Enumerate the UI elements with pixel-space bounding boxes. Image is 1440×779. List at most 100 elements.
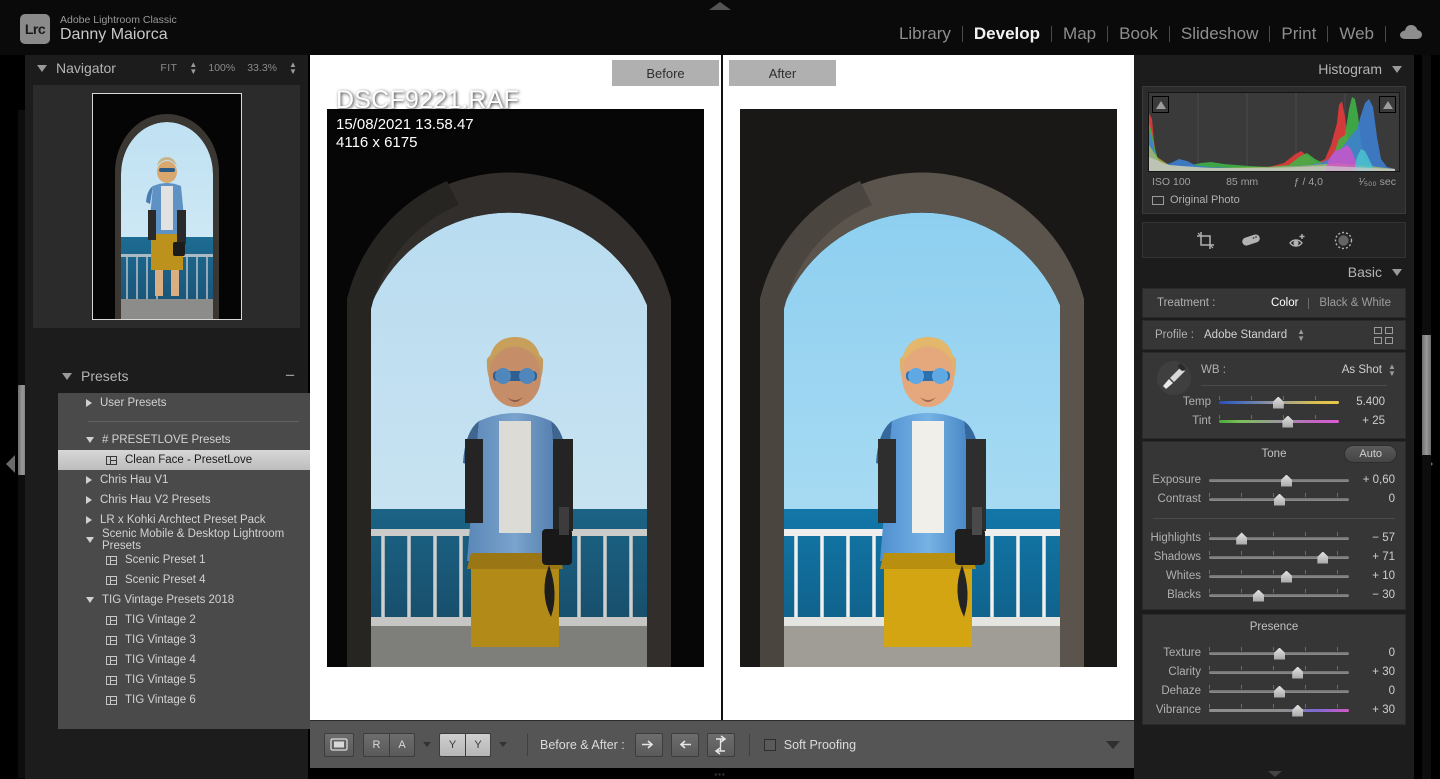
preset-item-tig-vintage-6[interactable]: TIG Vintage 6 (58, 690, 325, 710)
reference-active-view-group[interactable]: R A (363, 732, 415, 757)
active-view-button[interactable]: A (389, 732, 415, 757)
top-panel-collapse-toggle[interactable] (706, 1, 734, 11)
after-pane[interactable]: After (723, 55, 1134, 720)
preset-group-user-presets[interactable]: User Presets (58, 393, 325, 413)
slider-exposure[interactable]: Exposure + 0,60 (1143, 470, 1405, 489)
slider-track[interactable] (1209, 665, 1349, 679)
slider-track[interactable] (1209, 569, 1349, 583)
after-photo[interactable] (740, 108, 1117, 667)
before-after-view-group[interactable]: Y Y (439, 732, 491, 757)
slider-track[interactable] (1209, 473, 1349, 487)
slider-shadows[interactable]: Shadows + 71 (1143, 547, 1405, 566)
preset-group-chris-hau-v2[interactable]: Chris Hau V2 Presets (58, 490, 325, 510)
slider-dehaze[interactable]: Dehaze 0 (1143, 681, 1405, 700)
slider-clarity[interactable]: Clarity + 30 (1143, 662, 1405, 681)
slider-track[interactable] (1209, 550, 1349, 564)
profile-stepper-icon[interactable]: ▲ ▼ (1297, 328, 1305, 343)
preset-item-tig-vintage-4[interactable]: TIG Vintage 4 (58, 650, 325, 670)
basic-panel-header[interactable]: Basic (1134, 258, 1414, 286)
wb-value[interactable]: As Shot (1342, 364, 1382, 376)
module-library[interactable]: Library (888, 23, 962, 45)
slider-contrast[interactable]: Contrast 0 (1143, 489, 1405, 508)
before-pane[interactable]: Before DSCF9221.RAF 15/08/2021 13.58.47 … (310, 55, 723, 720)
slider-value[interactable]: + 71 (1349, 551, 1405, 563)
slider-texture[interactable]: Texture 0 (1143, 643, 1405, 662)
before-view-button[interactable]: Y (439, 732, 465, 757)
slider-value[interactable]: 0 (1349, 493, 1405, 505)
navigator-zoom-100[interactable]: 100% (208, 62, 235, 74)
zoom-stepper-icon[interactable]: ▲ ▼ (289, 61, 297, 76)
shadow-clipping-toggle[interactable] (1152, 96, 1169, 113)
remove-preset-button[interactable]: − (285, 367, 295, 384)
slider-value[interactable]: + 25 (1339, 415, 1395, 427)
wb-stepper-icon[interactable]: ▲ ▼ (1388, 363, 1396, 378)
navigator-fit-label[interactable]: FIT (160, 62, 177, 74)
chevron-down-icon[interactable] (1392, 65, 1402, 73)
chevron-down-icon[interactable] (423, 742, 431, 747)
slider-track[interactable] (1209, 531, 1349, 545)
presets-header[interactable]: Presets − + (50, 361, 333, 391)
slider-knob[interactable] (1281, 474, 1292, 487)
preset-group-presetlove[interactable]: # PRESETLOVE Presets (58, 430, 325, 450)
module-develop[interactable]: Develop (963, 23, 1051, 45)
masking-icon[interactable] (1333, 230, 1353, 250)
meta-iso[interactable]: ISO 100 (1152, 176, 1191, 188)
slider-track[interactable] (1209, 492, 1349, 506)
auto-tone-button[interactable]: Auto (1344, 445, 1397, 463)
slider-blacks[interactable]: Blacks − 30 (1143, 585, 1405, 604)
swap-before-after-button[interactable] (706, 732, 735, 757)
slider-track[interactable] (1209, 703, 1349, 717)
left-panel-collapse-arrow[interactable] (6, 455, 15, 473)
module-slideshow[interactable]: Slideshow (1170, 23, 1270, 45)
slider-value[interactable]: + 0,60 (1349, 474, 1405, 486)
chevron-down-icon[interactable] (37, 64, 47, 72)
histogram-chart[interactable] (1148, 92, 1400, 172)
slider-value[interactable]: + 30 (1349, 666, 1405, 678)
after-view-button[interactable]: Y (465, 732, 491, 757)
slider-value[interactable]: + 30 (1349, 704, 1405, 716)
original-photo-row[interactable]: Original Photo (1148, 188, 1400, 208)
slider-track[interactable] (1219, 395, 1339, 409)
toolbar-options-chevron-icon[interactable] (1106, 740, 1120, 749)
chevron-down-icon[interactable] (499, 742, 507, 747)
profile-browser-icon[interactable] (1374, 326, 1393, 344)
copy-before-settings-button[interactable] (634, 732, 663, 757)
treatment-bw-option[interactable]: Black & White (1319, 297, 1391, 309)
slider-vibrance[interactable]: Vibrance + 30 (1143, 700, 1405, 719)
treatment-color-option[interactable]: Color (1271, 297, 1298, 309)
preset-item-tig-vintage-5[interactable]: TIG Vintage 5 (58, 670, 325, 690)
navigator-zoom-custom[interactable]: 33.3% (247, 62, 277, 74)
white-balance-selector-icon[interactable] (1157, 361, 1191, 395)
preset-item-tig-vintage-2[interactable]: TIG Vintage 2 (58, 610, 325, 630)
slider-track[interactable] (1209, 646, 1349, 660)
slider-value[interactable]: − 57 (1349, 532, 1405, 544)
slider-value[interactable]: 5.400 (1339, 396, 1395, 408)
slider-track[interactable] (1219, 414, 1339, 428)
preset-group-lr-kohki[interactable]: LR x Kohki Archtect Preset Pack (58, 510, 325, 530)
navigator-thumbnail[interactable] (91, 93, 242, 320)
navigator-header[interactable]: Navigator FIT ▲ ▼ 100% 33.3% ▲ ▼ (25, 55, 308, 81)
module-print[interactable]: Print (1270, 23, 1327, 45)
slider-value[interactable]: − 30 (1349, 589, 1405, 601)
fit-stepper-icon[interactable]: ▲ ▼ (189, 61, 197, 76)
meta-focal-length[interactable]: 85 mm (1226, 176, 1258, 188)
navigator-preview[interactable] (33, 85, 300, 328)
preset-item-scenic-4[interactable]: Scenic Preset 4 (58, 570, 325, 590)
preset-group-scenic[interactable]: Scenic Mobile & Desktop Lightroom Preset… (58, 528, 325, 552)
slider-track[interactable] (1209, 588, 1349, 602)
crop-overlay-icon[interactable] (1195, 230, 1215, 250)
presets-list[interactable]: User Presets # PRESETLOVE Presets Clean … (58, 393, 325, 729)
before-photo[interactable] (327, 108, 704, 667)
highlight-clipping-toggle[interactable] (1379, 96, 1396, 113)
slider-highlights[interactable]: Highlights − 57 (1143, 528, 1405, 547)
loupe-view-button[interactable] (324, 732, 354, 757)
preset-item-tig-vintage-3[interactable]: TIG Vintage 3 (58, 630, 325, 650)
reference-view-button[interactable]: R (363, 732, 389, 757)
profile-value[interactable]: Adobe Standard (1204, 329, 1287, 341)
meta-shutter-speed[interactable]: ¹⁄₅₀₀ sec (1359, 176, 1396, 188)
soft-proofing-checkbox[interactable] (763, 738, 776, 751)
bottom-panel-collapse-handle[interactable]: ▪▪▪ (714, 770, 726, 779)
preset-group-chris-hau-v1[interactable]: Chris Hau V1 (58, 470, 325, 490)
cloud-sync-icon[interactable] (1400, 24, 1422, 44)
slider-value[interactable]: 0 (1349, 647, 1405, 659)
